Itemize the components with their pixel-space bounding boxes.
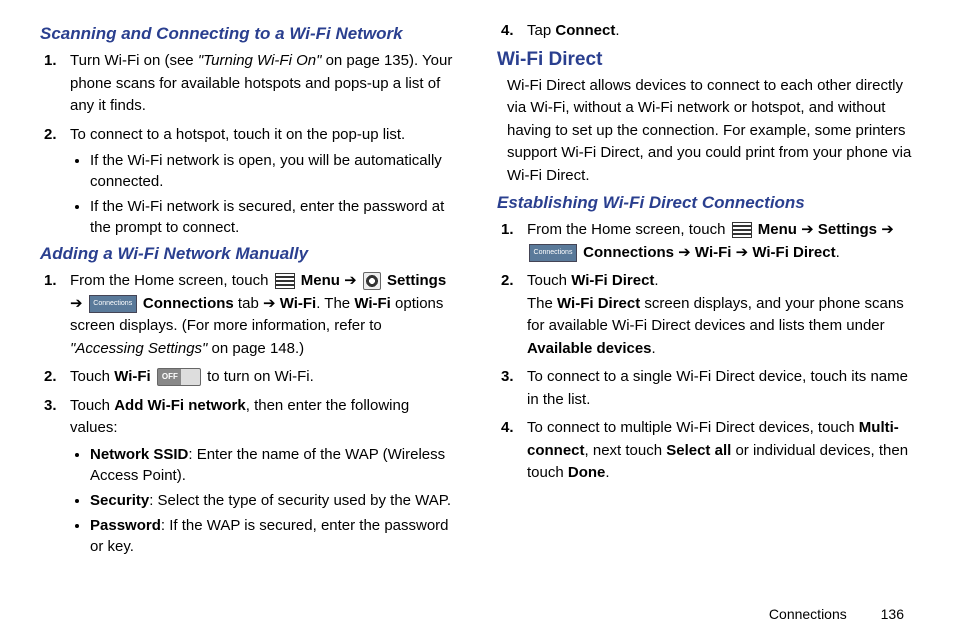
list-item: 1. From the Home screen, touch Menu ➔ Se… bbox=[70, 270, 457, 360]
menu-label: Menu bbox=[301, 272, 340, 289]
list-item: 3. To connect to a single Wi-Fi Direct d… bbox=[527, 366, 914, 411]
right-column: 4. Tap Connect. Wi-Fi Direct Wi-Fi Direc… bbox=[497, 20, 914, 563]
heading-adding: Adding a Wi-Fi Network Manually bbox=[40, 244, 457, 264]
sub-bullets: If the Wi-Fi network is open, you will b… bbox=[70, 150, 457, 238]
arrow: ➔ bbox=[797, 221, 818, 238]
available-devices-label: Available devices bbox=[527, 340, 652, 357]
intro-text: Wi-Fi Direct allows devices to connect t… bbox=[507, 75, 914, 188]
wifi-direct-label: Wi-Fi Direct bbox=[571, 272, 654, 289]
heading-wifi-direct: Wi-Fi Direct bbox=[497, 49, 914, 71]
text: : Select the type of security used by th… bbox=[149, 492, 451, 509]
field-name: Network SSID bbox=[90, 446, 188, 463]
footer-page-number: 136 bbox=[881, 606, 904, 622]
text: Touch bbox=[527, 272, 571, 289]
connect-label: Connect bbox=[555, 22, 615, 39]
text: To connect to a hotspot, touch it on the… bbox=[70, 126, 405, 143]
text: From the Home screen, touch bbox=[527, 221, 730, 238]
text: Touch bbox=[70, 397, 114, 414]
settings-label: Settings bbox=[818, 221, 877, 238]
footer-section: Connections bbox=[769, 606, 847, 622]
list-item: 3. Touch Add Wi-Fi network, then enter t… bbox=[70, 395, 457, 557]
text: to turn on Wi-Fi. bbox=[207, 368, 314, 385]
list-item: 1. From the Home screen, touch Menu ➔ Se… bbox=[527, 219, 914, 264]
ref-link: "Turning Wi-Fi On" bbox=[198, 52, 322, 69]
settings-label: Settings bbox=[387, 272, 446, 289]
wifi-label: Wi-Fi bbox=[280, 295, 317, 312]
list-item: 2. Touch Wi-Fi Direct. The Wi-Fi Direct … bbox=[527, 270, 914, 360]
bullet-item: Network SSID: Enter the name of the WAP … bbox=[90, 444, 457, 486]
text: . bbox=[836, 244, 840, 261]
menu-icon bbox=[275, 273, 295, 289]
list-scanning: 1. Turn Wi-Fi on (see "Turning Wi-Fi On"… bbox=[40, 50, 457, 238]
text: Tap bbox=[527, 22, 555, 39]
list-adding: 1. From the Home screen, touch Menu ➔ Se… bbox=[40, 270, 457, 557]
heading-scanning: Scanning and Connecting to a Wi-Fi Netwo… bbox=[40, 24, 457, 44]
text: on page 148.) bbox=[207, 340, 304, 357]
heading-establishing: Establishing Wi-Fi Direct Connections bbox=[497, 193, 914, 213]
connections-icon: Connections bbox=[89, 295, 137, 313]
text: . The bbox=[316, 295, 354, 312]
page-footer: Connections 136 bbox=[769, 606, 904, 622]
arrow: ➔ bbox=[340, 272, 361, 289]
bullet-item: If the Wi-Fi network is open, you will b… bbox=[90, 150, 457, 192]
text: Turn Wi-Fi on (see bbox=[70, 52, 198, 69]
wifi-label: Wi-Fi bbox=[114, 368, 151, 385]
settings-icon bbox=[363, 272, 381, 290]
text: The bbox=[527, 295, 557, 312]
wifi-label: Wi-Fi bbox=[354, 295, 391, 312]
text: tab ➔ bbox=[234, 295, 280, 312]
left-column: Scanning and Connecting to a Wi-Fi Netwo… bbox=[40, 20, 457, 563]
list-item: 2. Touch Wi-Fi OFF to turn on Wi-Fi. bbox=[70, 366, 457, 389]
connections-label: Connections bbox=[143, 295, 234, 312]
connections-icon: Connections bbox=[529, 244, 577, 262]
arrow: ➔ bbox=[877, 221, 894, 238]
text: To connect to a single Wi-Fi Direct devi… bbox=[527, 368, 908, 408]
text: . bbox=[654, 272, 658, 289]
connections-label: Connections bbox=[583, 244, 674, 261]
wifi-direct-label: Wi-Fi Direct bbox=[557, 295, 640, 312]
text: Touch bbox=[70, 368, 114, 385]
text: To connect to multiple Wi-Fi Direct devi… bbox=[527, 419, 859, 436]
text: , next touch bbox=[585, 442, 667, 459]
text: . bbox=[615, 22, 619, 39]
text: From the Home screen, touch bbox=[70, 272, 273, 289]
list-item: 4. To connect to multiple Wi-Fi Direct d… bbox=[527, 417, 914, 485]
list-continued: 4. Tap Connect. bbox=[497, 20, 914, 43]
add-wifi-label: Add Wi-Fi network bbox=[114, 397, 246, 414]
list-item: 1. Turn Wi-Fi on (see "Turning Wi-Fi On"… bbox=[70, 50, 457, 118]
sub-bullets: Network SSID: Enter the name of the WAP … bbox=[70, 444, 457, 557]
text: . bbox=[605, 464, 609, 481]
list-establishing: 1. From the Home screen, touch Menu ➔ Se… bbox=[497, 219, 914, 485]
menu-icon bbox=[732, 222, 752, 238]
select-all-label: Select all bbox=[666, 442, 731, 459]
list-item: 2. To connect to a hotspot, touch it on … bbox=[70, 124, 457, 239]
bullet-item: If the Wi-Fi network is secured, enter t… bbox=[90, 196, 457, 238]
page-content: Scanning and Connecting to a Wi-Fi Netwo… bbox=[0, 0, 954, 573]
field-name: Security bbox=[90, 492, 149, 509]
arrow: ➔ bbox=[70, 295, 87, 312]
off-toggle-icon: OFF bbox=[157, 368, 201, 386]
bullet-item: Password: If the WAP is secured, enter t… bbox=[90, 515, 457, 557]
wifi-direct-label: Wi-Fi Direct bbox=[752, 244, 835, 261]
ref-link: "Accessing Settings" bbox=[70, 340, 207, 357]
arrow: ➔ bbox=[674, 244, 695, 261]
field-name: Password bbox=[90, 517, 161, 534]
list-item: 4. Tap Connect. bbox=[527, 20, 914, 43]
done-label: Done bbox=[568, 464, 606, 481]
bullet-item: Security: Select the type of security us… bbox=[90, 490, 457, 511]
menu-label: Menu bbox=[758, 221, 797, 238]
text: . bbox=[652, 340, 656, 357]
wifi-label: Wi-Fi bbox=[695, 244, 732, 261]
arrow: ➔ bbox=[731, 244, 752, 261]
